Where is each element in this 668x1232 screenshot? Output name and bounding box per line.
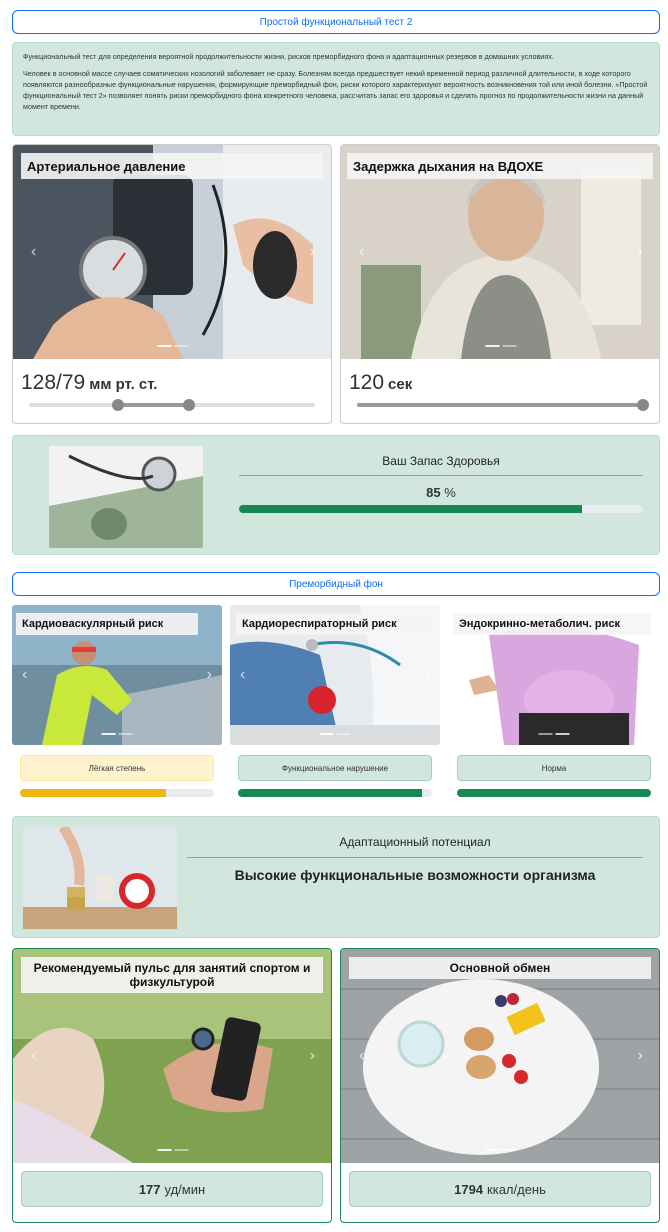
health-reserve-value: 85 [426, 485, 441, 500]
carousel-prev-icon[interactable]: ‹ [359, 243, 364, 261]
carousel-indicators[interactable] [157, 1149, 189, 1151]
recommended-pulse-value: 177 [138, 1181, 161, 1197]
cardiorespiratory-risk-status: Функциональное нарушение [238, 755, 432, 781]
breath-hold-value: 120 [349, 371, 385, 394]
blood-pressure-card: Артериальное давление ‹ › 128/79 мм рт. с… [12, 144, 332, 424]
carousel-indicators[interactable] [485, 345, 517, 347]
cardiovascular-risk-caption: Кардиоваскулярный риск [16, 613, 198, 635]
carousel-indicators[interactable] [101, 733, 133, 735]
basal-metabolism-caption: Основной обмен [349, 957, 651, 979]
premorbid-button[interactable]: Преморбидный фон [12, 572, 660, 596]
carousel-next-icon[interactable]: › [310, 1047, 315, 1065]
adaptation-photo [23, 827, 177, 929]
intro-paragraph-1: Функциональный тест для определения веро… [23, 52, 554, 61]
breath-hold-reading: 120 сек [349, 371, 412, 395]
cardiorespiratory-risk-caption: Кардиореспираторный риск [236, 613, 434, 635]
cardiorespiratory-risk-photo: Кардиореспираторный риск ‹ › [230, 605, 440, 745]
health-reserve-photo [49, 446, 203, 548]
carousel-indicators[interactable] [485, 1149, 517, 1151]
test-title: Простой функциональный тест 2 [259, 16, 413, 28]
carousel-prev-icon[interactable]: ‹ [22, 666, 27, 684]
carousel-prev-icon[interactable]: ‹ [459, 666, 464, 684]
blood-pressure-reading: 128/79 мм рт. ст. [21, 371, 157, 395]
test-title-button[interactable]: Простой функциональный тест 2 [12, 10, 660, 34]
carousel-prev-icon[interactable]: ‹ [240, 666, 245, 684]
breath-hold-slider-handle[interactable] [637, 399, 649, 411]
recommended-pulse-result: 177 уд/мин [21, 1171, 323, 1207]
recommended-pulse-caption: Рекомендуемый пульс для занятий спортом … [21, 957, 323, 993]
carousel-next-icon[interactable]: › [207, 666, 212, 684]
blood-pressure-slider-high-handle[interactable] [183, 399, 196, 411]
cardiovascular-risk-photo: Кардиоваскулярный риск ‹ › [12, 605, 222, 745]
blood-pressure-caption: Артериальное давление [21, 153, 323, 179]
carousel-indicators[interactable] [319, 733, 351, 735]
cardiovascular-risk-card: Кардиоваскулярный риск ‹ › Лёгкая степен… [12, 605, 222, 801]
carousel-prev-icon[interactable]: ‹ [31, 1047, 36, 1065]
health-reserve-unit: % [444, 485, 456, 500]
recommended-pulse-unit: уд/мин [164, 1181, 206, 1197]
endocrine-metabolic-risk-card: Эндокринно-метаболич. риск ‹ › Норма [449, 605, 659, 801]
health-reserve-readout: 85 % [239, 485, 643, 500]
cardiorespiratory-risk-card: Кардиореспираторный риск ‹ › Функциональ… [230, 605, 440, 801]
cardiovascular-risk-progress-fill [20, 789, 166, 797]
basal-metabolism-result: 1794 ккал/день [349, 1171, 651, 1207]
carousel-prev-icon[interactable]: ‹ [359, 1047, 364, 1065]
basal-metabolism-photo: Основной обмен ‹ › [341, 949, 659, 1163]
cardiorespiratory-risk-progress [238, 789, 432, 797]
breath-hold-card: Задержка дыхания на ВДОХЕ ‹ › 120 сек [340, 144, 660, 424]
blood-pressure-slider-range [117, 403, 190, 407]
cardiorespiratory-risk-progress-fill [238, 789, 423, 797]
carousel-next-icon[interactable]: › [638, 1047, 643, 1065]
health-reserve-title: Ваш Запас Здоровья [382, 454, 500, 468]
carousel-prev-icon[interactable]: ‹ [31, 243, 36, 261]
cardiovascular-risk-status: Лёгкая степень [20, 755, 214, 781]
adaptation-value: Высокие функциональные возможности орган… [234, 867, 596, 883]
blood-pressure-value: 128/79 [21, 371, 86, 394]
blood-pressure-slider-low-handle[interactable] [111, 399, 124, 411]
endocrine-metabolic-risk-status: Норма [457, 755, 651, 781]
health-reserve-progress [239, 505, 643, 513]
premorbid-title: Преморбидный фон [289, 578, 383, 590]
basal-metabolism-unit: ккал/день [487, 1181, 546, 1197]
carousel-next-icon[interactable]: › [310, 243, 315, 261]
endocrine-metabolic-risk-progress [457, 789, 651, 797]
carousel-indicators[interactable] [157, 345, 189, 347]
blood-pressure-photo: Артериальное давление ‹ › [13, 145, 331, 359]
carousel-indicators[interactable] [538, 733, 570, 735]
health-reserve-divider [239, 475, 643, 476]
breath-hold-slider-range [357, 403, 643, 407]
breath-hold-photo: Задержка дыхания на ВДОХЕ ‹ › [341, 145, 659, 359]
recommended-pulse-photo: Рекомендуемый пульс для занятий спортом … [13, 949, 331, 1163]
cardiovascular-risk-progress [20, 789, 214, 797]
carousel-next-icon[interactable]: › [425, 666, 430, 684]
adaptation-panel: Адаптационный потенциал Высокие функцион… [12, 816, 660, 938]
intro-panel: Функциональный тест для определения веро… [12, 42, 660, 136]
basal-metabolism-value: 1794 [454, 1181, 484, 1197]
recommended-pulse-card: Рекомендуемый пульс для занятий спортом … [12, 948, 332, 1223]
endocrine-metabolic-risk-progress-fill [457, 789, 651, 797]
adaptation-divider [187, 857, 643, 858]
carousel-next-icon[interactable]: › [644, 666, 649, 684]
breath-hold-unit: сек [388, 376, 413, 393]
carousel-next-icon[interactable]: › [638, 243, 643, 261]
endocrine-metabolic-risk-caption: Эндокринно-метаболич. риск [453, 613, 651, 635]
blood-pressure-unit: мм рт. ст. [89, 376, 158, 393]
breath-hold-caption: Задержка дыхания на ВДОХЕ [347, 153, 653, 179]
adaptation-title: Адаптационный потенциал [339, 835, 491, 849]
endocrine-metabolic-risk-photo: Эндокринно-метаболич. риск ‹ › [449, 605, 659, 745]
health-reserve-progress-fill [239, 505, 583, 513]
intro-paragraph-2: Человек в основной массе случаев соматич… [23, 69, 648, 111]
health-reserve-panel: Ваш Запас Здоровья 85 % [12, 435, 660, 555]
basal-metabolism-card: Основной обмен ‹ › 1794 ккал/день [340, 948, 660, 1223]
